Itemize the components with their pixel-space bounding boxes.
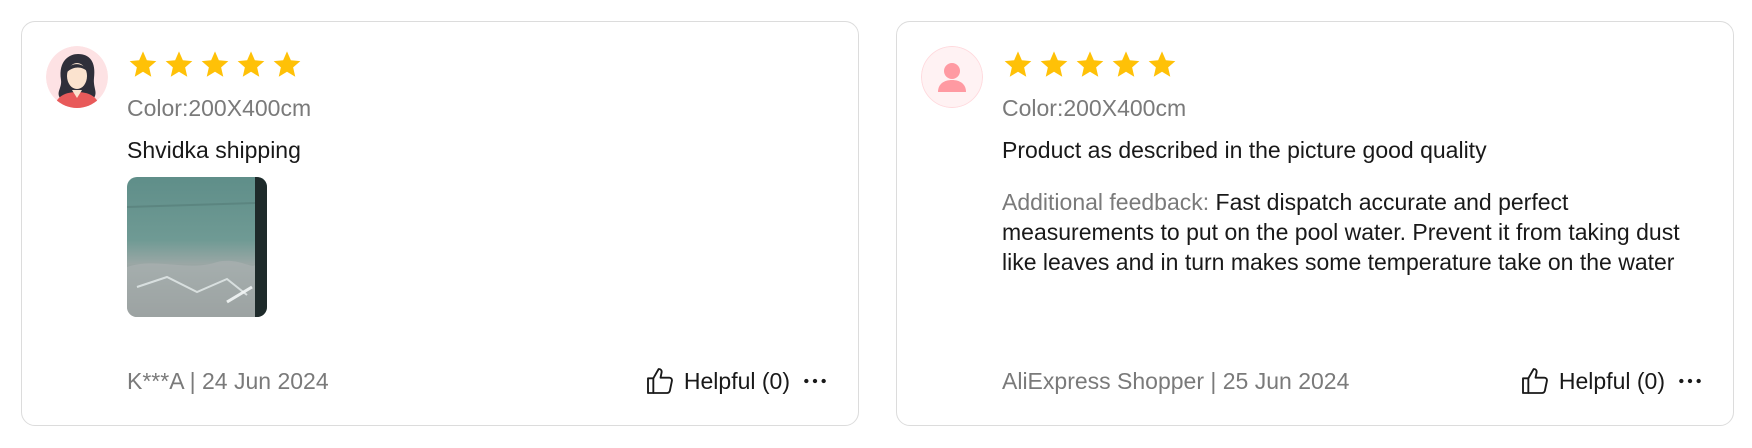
product-variant: Color:200X400cm [1002, 95, 1187, 121]
review-author-date: AliExpress Shopper | 25 Jun 2024 [1002, 367, 1350, 394]
star-icon [1148, 51, 1176, 77]
review-card: Color:200X400cm Product as described in … [896, 21, 1734, 426]
star-icon [1004, 51, 1032, 77]
additional-feedback-label: Additional feedback: [1002, 189, 1210, 215]
product-variant: Color:200X400cm [127, 95, 312, 121]
review-actions: Helpful (0) [644, 365, 828, 397]
helpful-button[interactable]: Helpful (0) [1519, 365, 1665, 397]
star-icon [1112, 51, 1140, 77]
star-icon [165, 51, 193, 77]
default-user-avatar-icon [921, 46, 983, 108]
star-icon [201, 51, 229, 77]
review-footer: K***A | 24 Jun 2024 Helpful (0) [127, 363, 828, 399]
review-text: Shvidka shipping [127, 137, 301, 163]
more-options-icon[interactable] [802, 368, 828, 394]
review-author-date: K***A | 24 Jun 2024 [127, 367, 329, 394]
woman-avatar-icon [46, 46, 108, 108]
helpful-button[interactable]: Helpful (0) [644, 365, 790, 397]
review-footer: AliExpress Shopper | 25 Jun 2024 Helpful… [1002, 363, 1703, 399]
rating-stars [1002, 46, 1703, 84]
helpful-label: Helpful (0) [683, 367, 790, 394]
review-actions: Helpful (0) [1519, 365, 1703, 397]
review-text: Product as described in the picture good… [1002, 137, 1487, 163]
star-icon [237, 51, 265, 77]
review-photo-thumbnail[interactable] [127, 177, 267, 317]
star-icon [273, 51, 301, 77]
review-card: Color:200X400cm Shvidka shipping K***A |… [21, 21, 859, 426]
star-icon [1076, 51, 1104, 77]
rating-stars [127, 46, 828, 84]
star-icon [129, 51, 157, 77]
reviews-list: Color:200X400cm Shvidka shipping K***A |… [0, 0, 1752, 448]
thumbs-up-icon [1521, 368, 1548, 394]
thumbs-up-icon [646, 368, 673, 394]
star-icon [1040, 51, 1068, 77]
additional-feedback: Additional feedback: Fast dispatch accur… [1002, 187, 1702, 277]
helpful-label: Helpful (0) [1558, 367, 1665, 394]
more-options-icon[interactable] [1677, 368, 1703, 394]
